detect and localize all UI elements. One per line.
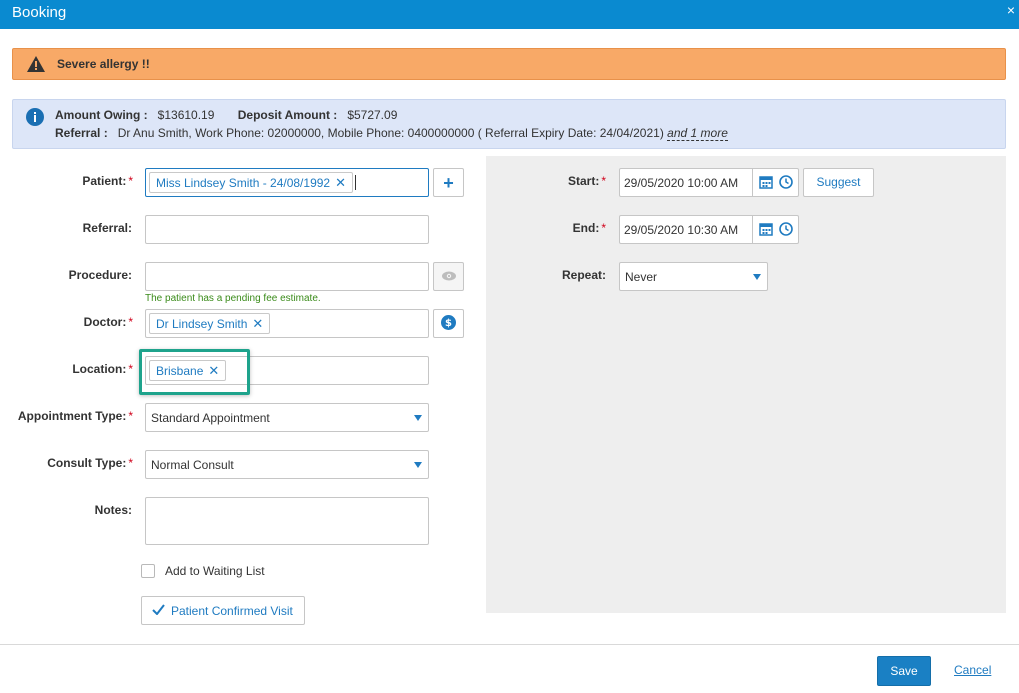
- svg-text:$: $: [445, 318, 452, 329]
- dropdown-arrow-icon: [414, 415, 422, 421]
- location-highlight-box: [139, 349, 250, 395]
- more-referrals-link[interactable]: and 1 more: [667, 126, 728, 141]
- consult-type-select[interactable]: Normal Consult: [145, 450, 429, 479]
- end-datetime-value: 29/05/2020 10:30 AM: [624, 223, 739, 237]
- start-datetime-value: 29/05/2020 10:00 AM: [624, 176, 739, 190]
- referral-input[interactable]: [145, 215, 429, 244]
- notes-textarea[interactable]: [145, 497, 429, 545]
- fee-estimate-hint: The patient has a pending fee estimate.: [145, 293, 321, 304]
- referral-label: Referral:: [82, 221, 132, 235]
- doctor-tag: Dr Lindsey Smith ✕: [149, 313, 271, 334]
- amount-owing-label: Amount Owing :: [55, 108, 148, 122]
- appointment-type-value: Standard Appointment: [151, 411, 270, 425]
- dropdown-arrow-icon: [414, 462, 422, 468]
- procedure-label: Procedure:: [68, 268, 132, 282]
- doctor-tag-text: Dr Lindsey Smith: [156, 317, 248, 331]
- remove-doctor-icon[interactable]: ✕: [252, 316, 263, 331]
- appointment-type-label: Appointment Type: *: [17, 409, 133, 423]
- view-procedure-button[interactable]: [433, 262, 464, 291]
- waiting-list-checkbox[interactable]: [141, 564, 155, 578]
- patient-input[interactable]: Miss Lindsey Smith - 24/08/1992 ✕: [145, 168, 429, 197]
- info-icon: [26, 108, 44, 129]
- confirm-button-label: Patient Confirmed Visit: [171, 604, 293, 618]
- appointment-type-select[interactable]: Standard Appointment: [145, 403, 429, 432]
- save-button[interactable]: Save: [877, 656, 931, 686]
- calendar-icon[interactable]: [759, 175, 773, 192]
- start-label: Start: *: [567, 174, 606, 188]
- consult-type-value: Normal Consult: [151, 458, 234, 472]
- doctor-fees-button[interactable]: $: [433, 309, 464, 338]
- dollar-icon: $: [441, 314, 456, 333]
- amount-line: Amount Owing : $13610.19 Deposit Amount …: [55, 108, 397, 122]
- referral-info-value: Dr Anu Smith, Work Phone: 02000000, Mobi…: [117, 126, 664, 140]
- clock-icon[interactable]: [779, 175, 793, 192]
- alert-text: Severe allergy !!: [57, 57, 150, 71]
- deposit-value: $5727.09: [347, 108, 398, 122]
- account-info-box: Amount Owing : $13610.19 Deposit Amount …: [12, 99, 1006, 149]
- footer-divider: [0, 644, 1019, 645]
- waiting-list-label[interactable]: Add to Waiting List: [165, 564, 265, 578]
- end-datetime-input[interactable]: 29/05/2020 10:30 AM: [619, 215, 799, 244]
- patient-confirmed-visit-button[interactable]: Patient Confirmed Visit: [141, 596, 305, 625]
- field-separator: [752, 216, 753, 243]
- dialog-titlebar: Booking ×: [0, 0, 1019, 29]
- remove-patient-icon[interactable]: ✕: [335, 175, 346, 190]
- plus-icon: +: [443, 172, 454, 193]
- deposit-label: Deposit Amount :: [237, 108, 338, 122]
- repeat-value: Never: [625, 270, 658, 284]
- repeat-label: Repeat:: [561, 268, 606, 282]
- repeat-select[interactable]: Never: [619, 262, 768, 291]
- eye-icon: [441, 270, 456, 284]
- doctor-input[interactable]: Dr Lindsey Smith ✕: [145, 309, 429, 338]
- cancel-link[interactable]: Cancel: [954, 663, 991, 677]
- patient-tag: Miss Lindsey Smith - 24/08/1992 ✕: [149, 172, 353, 193]
- location-label: Location: *: [72, 362, 133, 376]
- clock-icon[interactable]: [779, 222, 793, 239]
- consult-type-label: Consult Type: *: [47, 456, 133, 470]
- notes-label: Notes:: [94, 503, 132, 517]
- amount-owing-value: $13610.19: [157, 108, 215, 122]
- referral-line: Referral : Dr Anu Smith, Work Phone: 020…: [55, 126, 728, 141]
- patient-tag-text: Miss Lindsey Smith - 24/08/1992: [156, 176, 331, 190]
- referral-info-label: Referral :: [55, 126, 108, 140]
- field-separator: [752, 169, 753, 196]
- procedure-input[interactable]: [145, 262, 429, 291]
- dialog-title: Booking: [12, 4, 67, 21]
- suggest-button[interactable]: Suggest: [803, 168, 874, 197]
- text-cursor: [355, 175, 356, 190]
- doctor-label: Doctor: *: [83, 315, 133, 329]
- allergy-alert: Severe allergy !!: [12, 48, 1006, 80]
- dropdown-arrow-icon: [753, 274, 761, 280]
- start-datetime-input[interactable]: 29/05/2020 10:00 AM: [619, 168, 799, 197]
- checkmark-icon: [152, 603, 165, 618]
- add-patient-button[interactable]: +: [433, 168, 464, 197]
- close-icon[interactable]: ×: [1007, 2, 1015, 18]
- end-label: End: *: [572, 221, 606, 235]
- patient-label: Patient: *: [82, 174, 133, 188]
- calendar-icon[interactable]: [759, 222, 773, 239]
- warning-icon: [27, 56, 45, 75]
